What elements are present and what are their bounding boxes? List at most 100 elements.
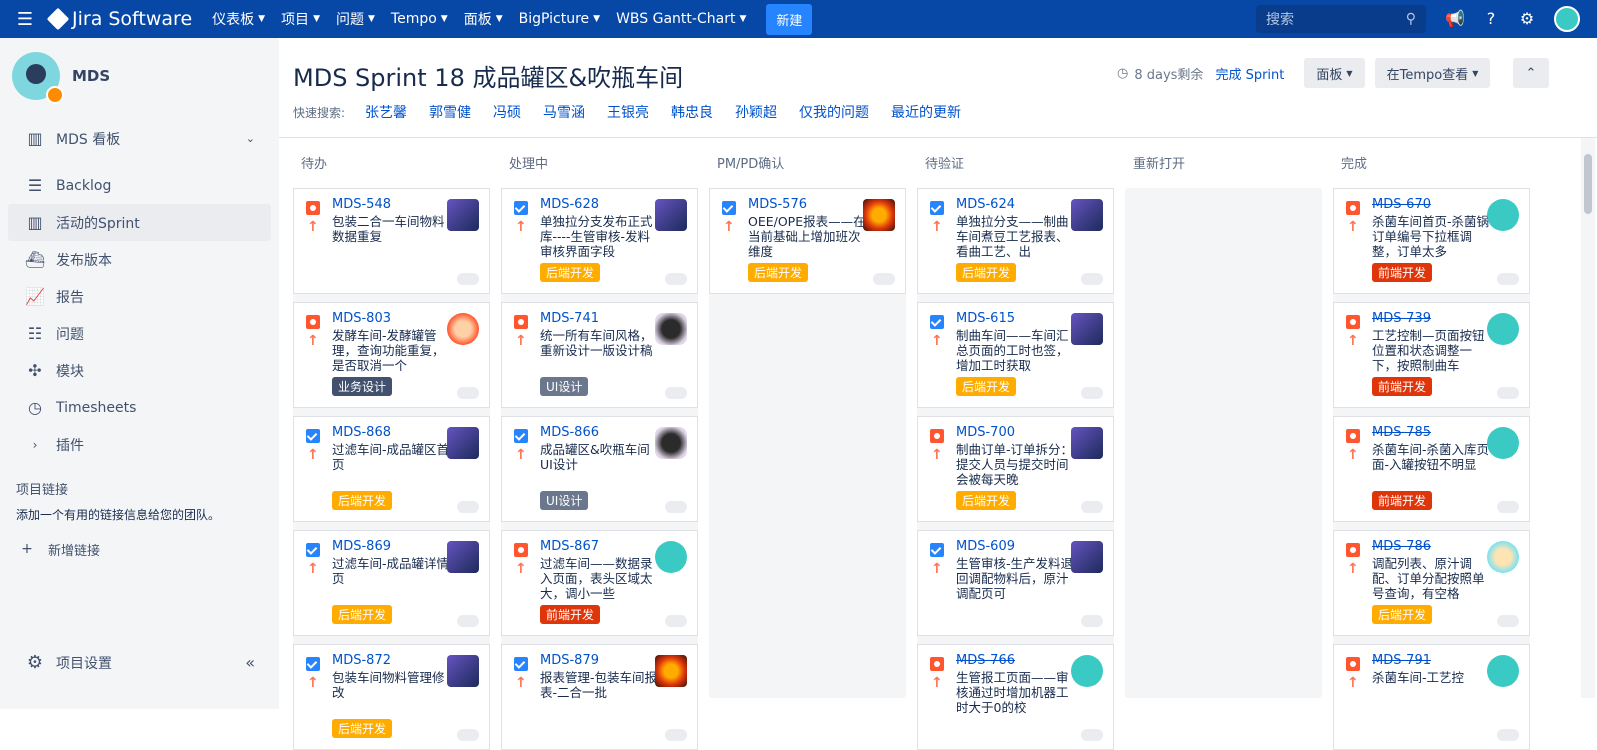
- assignee-avatar[interactable]: [655, 199, 687, 231]
- issue-card[interactable]: ↑ MDS-615 制曲车间——车间汇总页面的工时也签，增加工时获取 后端开发: [917, 302, 1114, 408]
- issue-card[interactable]: ↑ MDS-867 过滤车间——数据录入页面，表头区域太大，调小一些 前端开发: [501, 530, 698, 636]
- gear-icon[interactable]: ⚙: [1517, 9, 1537, 29]
- project-settings-button[interactable]: ⚙ 项目设置 «: [8, 644, 271, 681]
- sprint-board-icon: ▥: [27, 213, 43, 232]
- ship-icon: ⛴: [24, 250, 46, 269]
- quick-filter[interactable]: 仅我的问题: [799, 102, 869, 122]
- sidebar-item-reports[interactable]: 📈 报告: [8, 278, 271, 315]
- quick-filter[interactable]: 王银亮: [607, 102, 649, 122]
- assignee-avatar[interactable]: [863, 199, 895, 231]
- board-dropdown-button[interactable]: 面板 ▼: [1304, 58, 1365, 88]
- issue-card[interactable]: ↑ MDS-741 统一所有车间风格，重新设计一版设计稿 UI设计: [501, 302, 698, 408]
- estimate-badge: [665, 729, 687, 741]
- assignee-avatar[interactable]: [1487, 541, 1519, 573]
- assignee-avatar[interactable]: [1071, 313, 1103, 345]
- sidebar-item-releases[interactable]: ⛴ 发布版本: [8, 241, 271, 278]
- issue-summary: 成品罐区&吹瓶车间UI设计: [540, 442, 650, 472]
- issue-card[interactable]: ↑ MDS-548 包装二合一车间物料数据重复: [293, 188, 490, 294]
- scrollbar-thumb[interactable]: [1584, 154, 1592, 214]
- create-button[interactable]: 新建: [766, 3, 813, 35]
- nav-issues[interactable]: 问题 ▼: [336, 9, 375, 29]
- assignee-avatar[interactable]: [1071, 199, 1103, 231]
- estimate-badge: [665, 273, 687, 285]
- board-selector[interactable]: ▥ MDS 看板 ⌄: [8, 120, 271, 157]
- assignee-avatar[interactable]: [1487, 313, 1519, 345]
- assignee-avatar[interactable]: [447, 313, 479, 345]
- quick-filter[interactable]: 最近的更新: [891, 102, 961, 122]
- sidebar-item-backlog[interactable]: ☰ Backlog: [8, 167, 271, 204]
- collapse-header-button[interactable]: ⌃: [1513, 58, 1549, 88]
- assignee-avatar[interactable]: [1071, 427, 1103, 459]
- app-switcher-icon[interactable]: ☰: [0, 9, 50, 30]
- issue-card[interactable]: ↑ MDS-803 发酵车间-发酵罐管理，查询功能重复，是否取消一个 业务设计: [293, 302, 490, 408]
- issue-card[interactable]: ↑ MDS-786 调配列表、原汁调配、订单分配按照单号查询，有空格 后端开发: [1333, 530, 1530, 636]
- task-type-icon: [306, 657, 320, 671]
- nav-wbs-gantt[interactable]: WBS Gantt-Chart ▼: [616, 11, 746, 27]
- sidebar-item-timesheets[interactable]: ◷ Timesheets: [8, 389, 271, 426]
- assignee-avatar[interactable]: [1487, 655, 1519, 687]
- assignee-avatar[interactable]: [447, 427, 479, 459]
- assignee-avatar[interactable]: [447, 199, 479, 231]
- vertical-scrollbar[interactable]: [1581, 138, 1595, 698]
- complete-sprint-link[interactable]: 完成 Sprint: [1215, 64, 1284, 83]
- assignee-avatar[interactable]: [1071, 655, 1103, 687]
- search-input[interactable]: 搜索 ⚲: [1256, 5, 1426, 33]
- issue-card[interactable]: ↑ MDS-866 成品罐区&吹瓶车间UI设计 UI设计: [501, 416, 698, 522]
- issue-card[interactable]: ↑ MDS-700 制曲订单-订单拆分：提交人员与提交时间会被每天晚 后端开发: [917, 416, 1114, 522]
- issue-card[interactable]: ↑ MDS-766 生管报工页面——审核通过时增加机器工时大于0的校: [917, 644, 1114, 750]
- issue-card[interactable]: ↑ MDS-670 杀菌车间首页-杀菌锅订单编号下拉框调整，订单太多 前端开发: [1333, 188, 1530, 294]
- assignee-avatar[interactable]: [1487, 427, 1519, 459]
- sidebar-item-components[interactable]: ✣ 模块: [8, 352, 271, 389]
- issue-card[interactable]: ↑ MDS-868 过滤车间-成品罐区首页 后端开发: [293, 416, 490, 522]
- jira-logo[interactable]: Jira Software: [46, 7, 192, 31]
- issue-card[interactable]: ↑ MDS-872 包装车间物料管理修改 后端开发: [293, 644, 490, 750]
- megaphone-icon[interactable]: 📢: [1445, 9, 1465, 29]
- user-avatar[interactable]: [1554, 6, 1580, 32]
- quick-filter[interactable]: 马雪涵: [543, 102, 585, 122]
- assignee-avatar[interactable]: [655, 427, 687, 459]
- assignee-avatar[interactable]: [1071, 541, 1103, 573]
- issue-label-badge: 后端开发: [332, 491, 393, 510]
- issue-card[interactable]: ↑ MDS-785 杀菌车间-杀菌入库页面-入罐按钮不明显 前端开发: [1333, 416, 1530, 522]
- time-left-text: 8 days剩余: [1134, 68, 1204, 83]
- quick-filter[interactable]: 韩忠良: [671, 102, 713, 122]
- page-title: MDS Sprint 18 成品罐区&吹瓶车间: [293, 64, 684, 92]
- nav-dashboards[interactable]: 仪表板 ▼: [212, 9, 265, 29]
- add-link-button[interactable]: + 新增链接: [0, 537, 279, 561]
- collapse-sidebar-icon[interactable]: «: [245, 653, 255, 672]
- assignee-avatar[interactable]: [655, 541, 687, 573]
- help-icon[interactable]: ?: [1481, 9, 1501, 29]
- assignee-avatar[interactable]: [447, 655, 479, 687]
- sidebar-item-addons[interactable]: › 插件: [8, 426, 271, 463]
- nav-boards[interactable]: 面板 ▼: [464, 9, 503, 29]
- assignee-avatar[interactable]: [655, 313, 687, 345]
- nav-bigpicture[interactable]: BigPicture ▼: [519, 11, 600, 27]
- assignee-avatar[interactable]: [1487, 199, 1519, 231]
- chevron-down-icon: ▼: [367, 14, 375, 24]
- quick-filter[interactable]: 冯硕: [493, 102, 521, 122]
- quick-filter[interactable]: 郭雪健: [429, 102, 471, 122]
- issue-card[interactable]: ↑ MDS-879 报表管理-包装车间报表-二合一批: [501, 644, 698, 750]
- issue-label-badge: 后端开发: [332, 605, 393, 624]
- nav-label: 仪表板: [212, 12, 255, 28]
- issue-card[interactable]: ↑ MDS-628 单独拉分支发布正式库----生管审核-发料审核界面字段 后端开发: [501, 188, 698, 294]
- quick-filter[interactable]: 孙颖超: [735, 102, 777, 122]
- quick-filter[interactable]: 张艺馨: [365, 102, 407, 122]
- estimate-badge: [457, 615, 479, 627]
- issue-card[interactable]: ↑ MDS-869 过滤车间-成品罐详情页 后端开发: [293, 530, 490, 636]
- issue-card[interactable]: ↑ MDS-739 工艺控制—页面按钮位置和状态调整一下，按照制曲车 前端开发: [1333, 302, 1530, 408]
- issue-card[interactable]: ↑ MDS-791 杀菌车间-工艺控: [1333, 644, 1530, 750]
- issue-card[interactable]: ↑ MDS-609 生管审核-生产发料退回调配物料后，原汁调配页可: [917, 530, 1114, 636]
- view-in-tempo-button[interactable]: 在Tempo查看 ▼: [1375, 58, 1490, 88]
- nav-tempo[interactable]: Tempo ▼: [391, 11, 448, 27]
- issue-card[interactable]: ↑ MDS-624 单独拉分支——制曲车间煮豆工艺报表、看曲工艺、出 后端开发: [917, 188, 1114, 294]
- nav-projects[interactable]: 项目 ▼: [281, 9, 320, 29]
- project-header[interactable]: MDS: [0, 38, 279, 114]
- backlog-icon: ☰: [27, 176, 43, 195]
- sidebar-item-active-sprint[interactable]: ▥ 活动的Sprint: [8, 204, 271, 241]
- assignee-avatar[interactable]: [447, 541, 479, 573]
- priority-arrow-up-icon: ↑: [307, 219, 319, 235]
- issue-card[interactable]: ↑ MDS-576 OEE/OPE报表——在当前基础上增加班次维度 后端开发: [709, 188, 906, 294]
- sidebar-item-issues[interactable]: ☷ 问题: [8, 315, 271, 352]
- assignee-avatar[interactable]: [655, 655, 687, 687]
